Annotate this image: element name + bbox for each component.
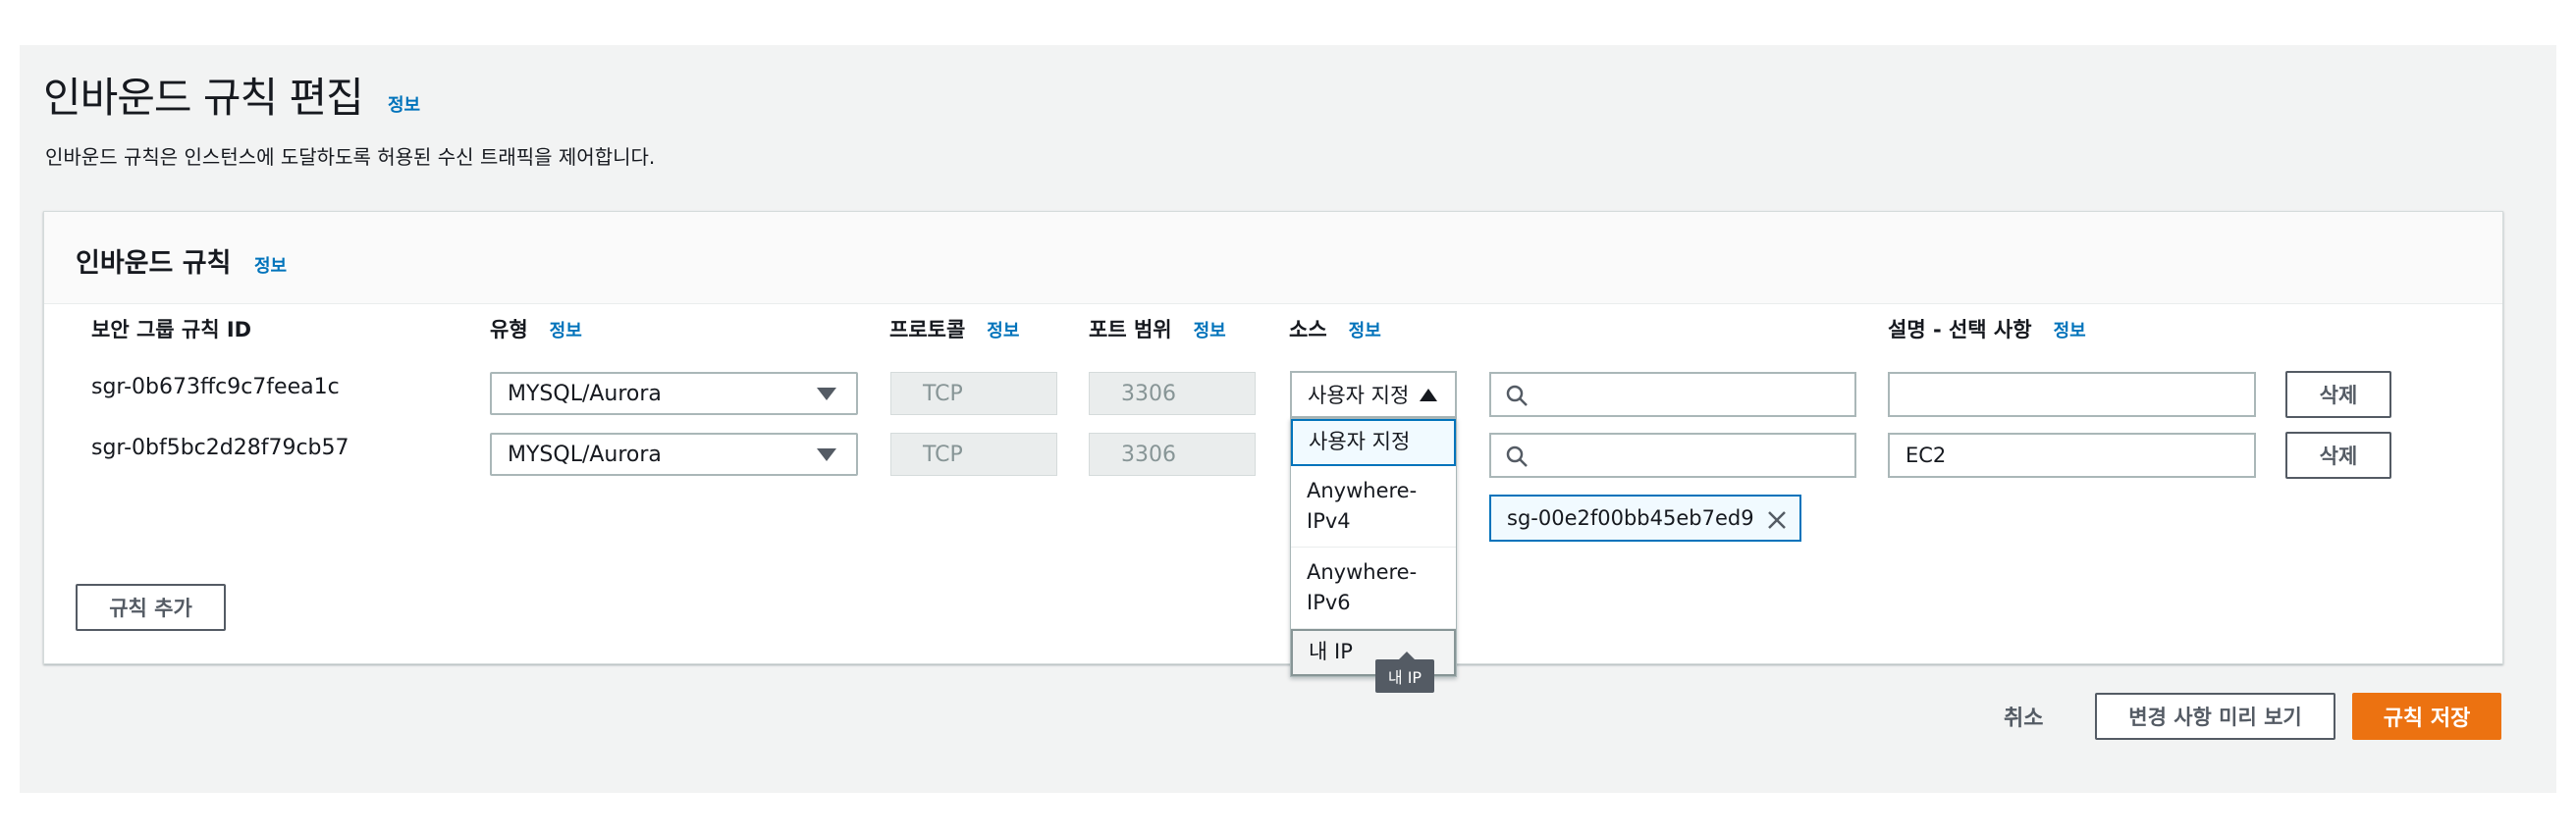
source-select[interactable]: 사용자 지정 (1290, 371, 1457, 418)
source-option-anywhere-ipv6[interactable]: Anywhere- IPv6 (1291, 548, 1456, 629)
column-header-description: 설명 - 선택 사항 정보 (1888, 318, 2086, 341)
source-option-anywhere-ipv4[interactable]: Anywhere- IPv4 (1291, 466, 1456, 548)
column-header-type: 유형 정보 (490, 318, 582, 341)
option-tooltip: 내 IP (1375, 652, 1434, 693)
source-search-input[interactable] (1489, 433, 1856, 478)
rule-id: sgr-0b673ffc9c7feea1c (91, 375, 340, 399)
column-header-port: 포트 범위 정보 (1089, 318, 1226, 341)
panel-info-link[interactable]: 정보 (254, 252, 287, 278)
column-header-protocol: 프로토콜 정보 (889, 318, 1020, 341)
column-header-rule-id: 보안 그룹 규칙 ID (91, 318, 252, 341)
protocol-field: TCP (890, 372, 1057, 415)
rule-id: sgr-0bf5bc2d28f79cb57 (91, 436, 349, 460)
type-select[interactable]: MYSQL/Aurora (490, 372, 858, 415)
search-icon (1506, 385, 1528, 406)
source-info-link[interactable]: 정보 (1349, 321, 1381, 341)
panel-title: 인바운드 규칙 (76, 248, 232, 279)
source-option-custom[interactable]: 사용자 지정 (1291, 419, 1456, 466)
protocol-info-link[interactable]: 정보 (987, 321, 1019, 341)
caret-down-icon (817, 448, 836, 461)
port-info-link[interactable]: 정보 (1194, 321, 1226, 341)
search-icon (1506, 445, 1528, 467)
security-group-token: sg-00e2f00bb45eb7ed9 (1489, 495, 1801, 542)
port-field: 3306 (1089, 433, 1256, 476)
type-info-link[interactable]: 정보 (550, 321, 582, 341)
title-info-link[interactable]: 정보 (388, 91, 420, 117)
panel-header: 인바운드 규칙 정보 (44, 212, 2502, 304)
source-search-input[interactable] (1489, 372, 1856, 417)
protocol-field: TCP (890, 433, 1057, 476)
source-dropdown: 사용자 지정 Anywhere- IPv4 Anywhere- IPv6 내 I… (1290, 418, 1457, 677)
add-rule-button[interactable]: 규칙 추가 (76, 584, 226, 631)
page-title: 인바운드 규칙 편집 (43, 74, 364, 122)
caret-down-icon (817, 388, 836, 400)
port-field: 3306 (1089, 372, 1256, 415)
delete-button[interactable]: 삭제 (2285, 371, 2391, 418)
page-description: 인바운드 규칙은 인스턴스에 도달하도록 허용된 수신 트래픽을 제어합니다. (45, 145, 656, 169)
close-icon[interactable] (1764, 507, 1790, 538)
caret-up-icon (1420, 389, 1437, 401)
delete-button[interactable]: 삭제 (2285, 432, 2391, 479)
description-info-link[interactable]: 정보 (2054, 321, 2086, 341)
save-rules-button[interactable]: 규칙 저장 (2352, 693, 2501, 740)
column-header-source: 소스 정보 (1289, 318, 1381, 341)
description-input[interactable] (1888, 372, 2256, 417)
type-select[interactable]: MYSQL/Aurora (490, 433, 858, 476)
description-input[interactable]: EC2 (1888, 433, 2256, 478)
cancel-button[interactable]: 취소 (2004, 701, 2043, 732)
preview-changes-button[interactable]: 변경 사항 미리 보기 (2095, 693, 2335, 740)
